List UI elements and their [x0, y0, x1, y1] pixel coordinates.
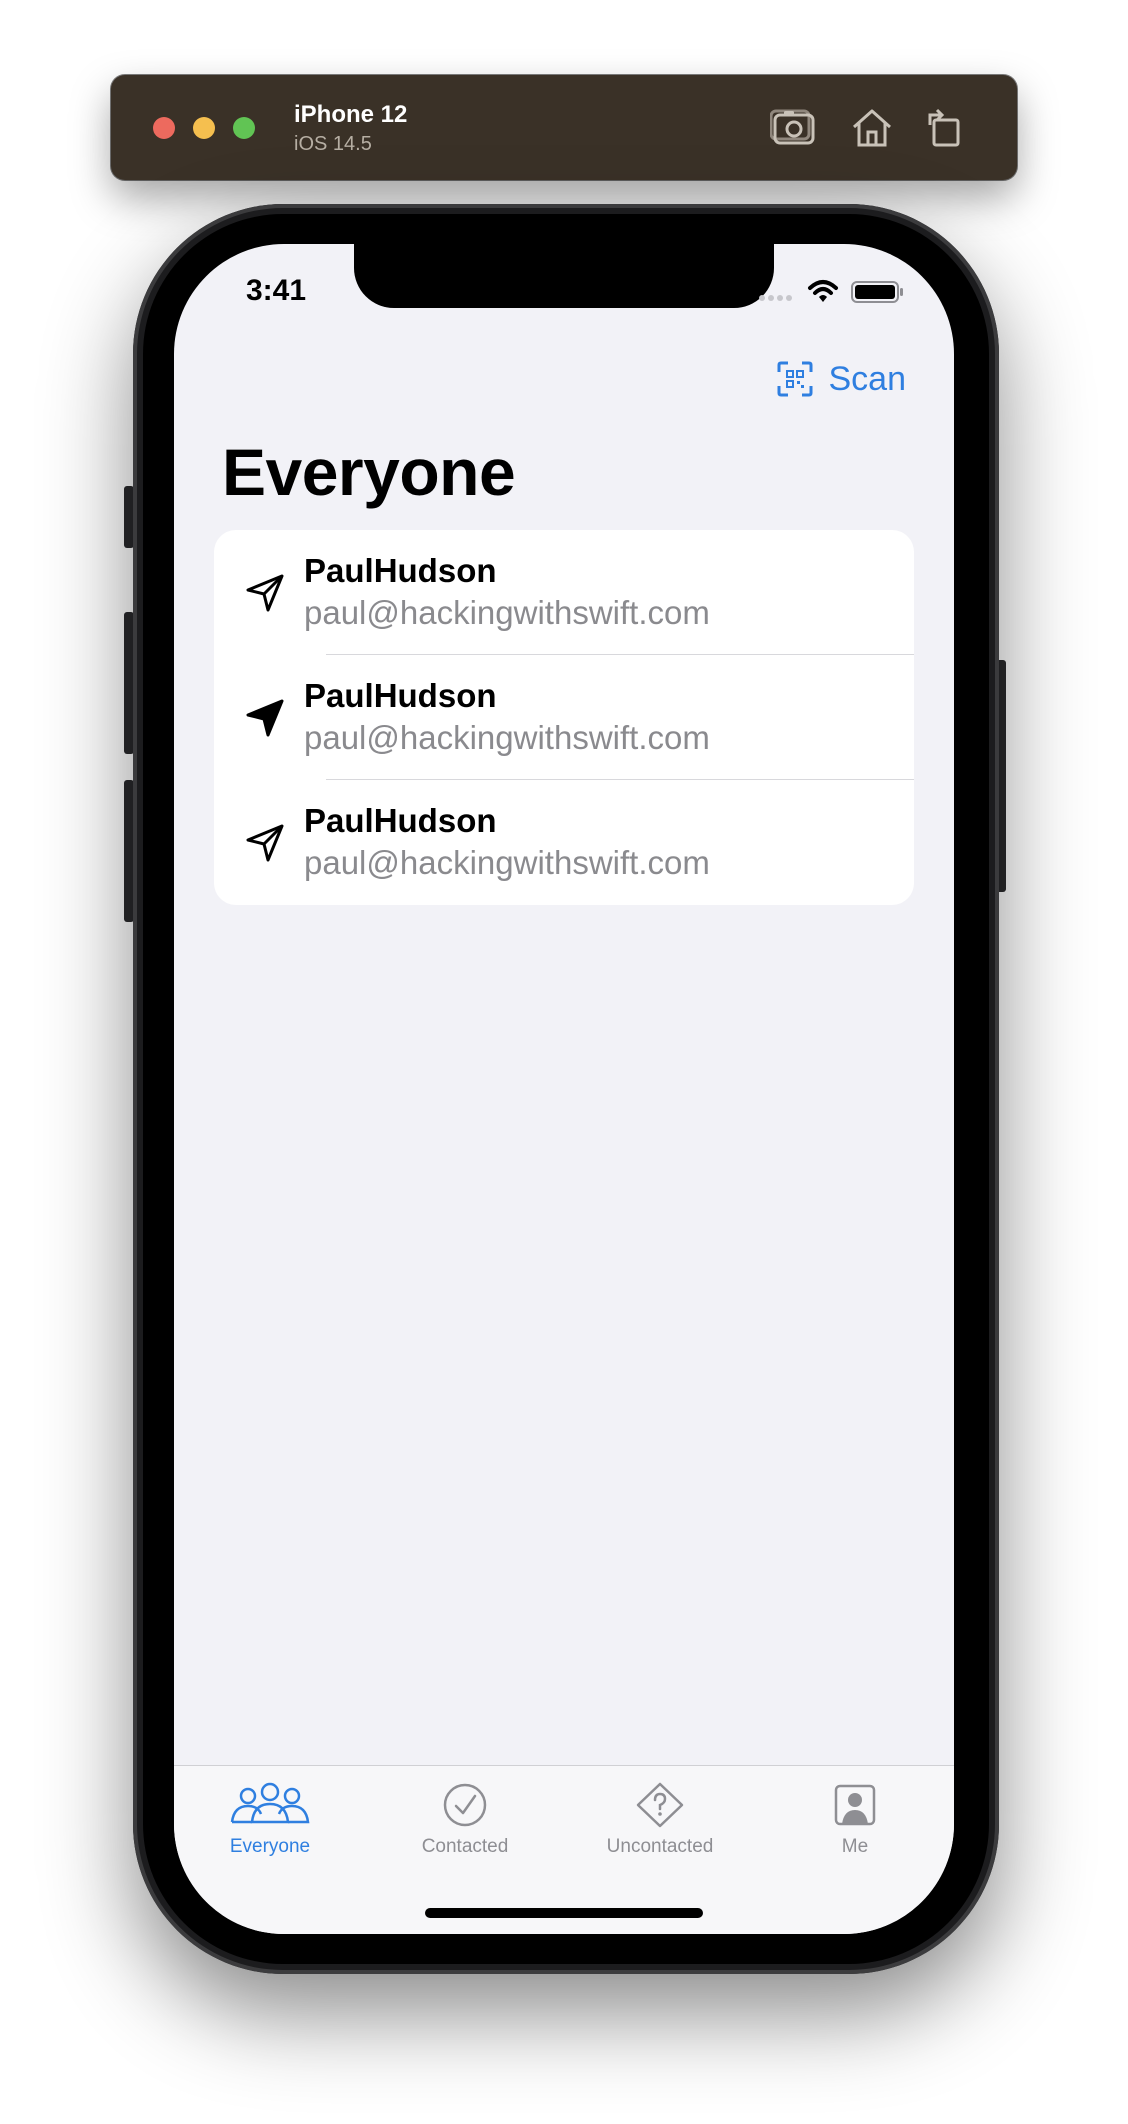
page-title: Everyone	[222, 435, 516, 509]
paperplane-outline-icon	[246, 574, 284, 612]
list-item[interactable]: PaulHudson paul@hackingwithswift.com	[214, 780, 914, 905]
wifi-icon	[808, 280, 838, 302]
cellular-signal-icon	[759, 295, 792, 301]
simulator-toolbar: iPhone 12 iOS 14.5	[111, 75, 1017, 180]
tab-bar: Everyone Contacted Uncontacted Me	[174, 1765, 954, 1934]
paperplane-filled-icon	[246, 699, 284, 737]
screenshot-icon[interactable]	[769, 105, 818, 149]
status-icons	[758, 278, 918, 304]
device-name: iPhone 12	[294, 101, 408, 128]
scan-button[interactable]: Scan	[777, 359, 907, 399]
person-square-icon	[834, 1784, 876, 1826]
notch	[354, 244, 774, 308]
home-icon[interactable]	[848, 105, 896, 149]
os-version: iOS 14.5	[294, 133, 372, 155]
tab-everyone[interactable]: Everyone	[190, 1782, 350, 1872]
qrcode-viewfinder-icon	[777, 361, 812, 397]
contact-email: paul@hackingwithswift.com	[304, 719, 710, 756]
home-indicator	[425, 1908, 703, 1918]
tab-contacted[interactable]: Contacted	[385, 1782, 545, 1872]
tab-uncontacted[interactable]: Uncontacted	[580, 1782, 740, 1872]
zoom-window-button[interactable]	[233, 117, 255, 139]
scan-label: Scan	[828, 359, 907, 398]
phone-screen: 3:41 Scan Everyone PaulHudson paul@hacki…	[174, 244, 954, 1934]
paperplane-outline-icon	[246, 824, 284, 862]
tab-label: Everyone	[229, 1836, 311, 1857]
list-item[interactable]: PaulHudson paul@hackingwithswift.com	[214, 655, 914, 780]
minimize-window-button[interactable]	[193, 117, 215, 139]
people-icon	[230, 1782, 310, 1824]
contact-name: PaulHudson	[304, 802, 497, 839]
tab-label: Contacted	[421, 1836, 509, 1857]
close-window-button[interactable]	[153, 117, 175, 139]
contact-list: PaulHudson paul@hackingwithswift.com Pau…	[214, 530, 914, 905]
contact-email: paul@hackingwithswift.com	[304, 844, 710, 881]
rotate-icon[interactable]	[920, 105, 968, 149]
tab-label: Uncontacted	[606, 1836, 714, 1857]
contact-name: PaulHudson	[304, 552, 497, 589]
tab-label: Me	[841, 1836, 869, 1857]
contact-name: PaulHudson	[304, 677, 497, 714]
list-item[interactable]: PaulHudson paul@hackingwithswift.com	[214, 530, 914, 655]
contact-email: paul@hackingwithswift.com	[304, 594, 710, 631]
status-time: 3:41	[246, 274, 307, 307]
battery-icon	[851, 281, 903, 303]
checkmark-circle-icon	[443, 1783, 487, 1827]
tab-me[interactable]: Me	[775, 1782, 935, 1872]
questionmark-diamond-icon	[636, 1782, 684, 1828]
simulator-window: iPhone 12 iOS 14.5 3:41 Scan Everyone Pa…	[0, 0, 1128, 2124]
